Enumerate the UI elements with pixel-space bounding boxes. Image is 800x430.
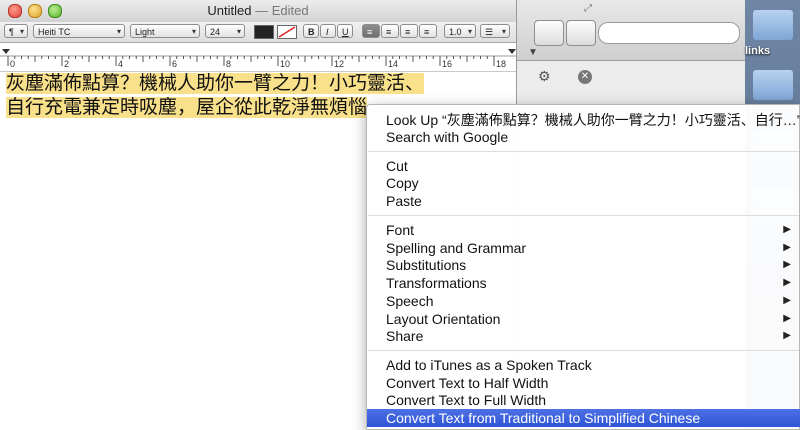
- left-indent-marker[interactable]: [2, 49, 10, 54]
- menu-item-transformations[interactable]: Transformations ▶: [367, 274, 800, 292]
- ruler-tick-group: [7, 56, 495, 66]
- font-style-value: Light: [135, 27, 155, 37]
- menu-item-font-label: Font: [386, 222, 415, 238]
- close-icon[interactable]: ✕: [578, 70, 592, 84]
- gear-icon[interactable]: ⚙: [538, 68, 551, 85]
- resize-icon: ⤢: [584, 3, 592, 14]
- ruler[interactable]: 0 2 4 6 8 10 12 14 16 18: [0, 43, 516, 72]
- submenu-arrow-icon: ▶: [783, 295, 791, 306]
- ruler-ticks: [0, 49, 516, 66]
- menu-separator: [368, 350, 799, 351]
- font-size-value: 24: [210, 27, 221, 37]
- ruler-number: 0: [10, 59, 16, 69]
- window-title: Untitled — Edited: [0, 3, 516, 18]
- folder-label: links: [745, 45, 771, 57]
- line-spacing-popup[interactable]: 1.0 ▾: [444, 24, 476, 38]
- menu-item-share[interactable]: Share ▶: [367, 327, 800, 345]
- ruler-number: 18: [496, 59, 507, 69]
- paragraph-icon: ¶: [9, 27, 14, 37]
- menu-item-speech[interactable]: Speech ▶: [367, 292, 800, 310]
- menu-item-spelling-label: Spelling and Grammar: [386, 240, 527, 256]
- format-bar: ¶ ▾ Heiti TC ▾ Light ▾ 24 ▾ B I U ≡ ≡ ≡ ≡ 1.…: [0, 22, 516, 43]
- menu-item-convert-chinese[interactable]: Convert Text from Traditional to Simplif…: [367, 409, 800, 427]
- submenu-arrow-icon: ▶: [783, 330, 791, 341]
- menu-item-layout-orientation[interactable]: Layout Orientation ▶: [367, 310, 800, 328]
- text-color-well[interactable]: [254, 25, 274, 39]
- titlebar: Untitled — Edited: [0, 0, 516, 23]
- window-title-edited: — Edited: [255, 3, 309, 18]
- menu-item-copy[interactable]: Copy: [367, 174, 800, 192]
- ruler-number: 16: [442, 59, 453, 69]
- align-left-icon: ≡: [367, 27, 373, 37]
- align-left-button[interactable]: ≡: [362, 24, 380, 38]
- ruler-number: 14: [388, 59, 399, 69]
- submenu-arrow-icon: ▶: [783, 313, 791, 324]
- submenu-arrow-icon: ▶: [783, 224, 791, 235]
- align-justify-icon: ≡: [424, 27, 430, 37]
- chevron-down-icon: ▾: [467, 27, 472, 36]
- align-right-icon: ≡: [405, 27, 411, 37]
- menu-item-spelling[interactable]: Spelling and Grammar ▶: [367, 239, 800, 257]
- font-style-popup[interactable]: Light ▾: [130, 24, 200, 38]
- window-title-name: Untitled: [207, 3, 252, 18]
- document-line-1: 灰塵滿佈點算？機械人助你一臂之力！小巧靈活、: [6, 73, 425, 94]
- bold-button[interactable]: B: [303, 24, 319, 38]
- chevron-down-icon: ▾: [501, 27, 506, 36]
- folder-icon[interactable]: [753, 70, 793, 100]
- chevron-down-icon: ▾: [116, 27, 121, 36]
- key-button[interactable]: [534, 20, 564, 46]
- chevron-down-icon: ▾: [19, 27, 24, 36]
- background-search-field[interactable]: [598, 22, 740, 44]
- right-margin-marker[interactable]: [508, 49, 516, 54]
- chevron-down-icon: ▼: [528, 47, 538, 58]
- font-family-value: Heiti TC: [38, 27, 71, 37]
- ruler-number: 2: [64, 59, 70, 69]
- submenu-arrow-icon: ▶: [783, 277, 791, 288]
- menu-item-share-label: Share: [386, 328, 424, 344]
- menu-separator: [368, 215, 799, 216]
- align-center-button[interactable]: ≡: [381, 24, 399, 38]
- ruler-number: 12: [334, 59, 345, 69]
- align-center-icon: ≡: [386, 27, 392, 37]
- background-toolbar: ⤢ ▼: [516, 0, 746, 61]
- menu-item-cut[interactable]: Cut: [367, 157, 800, 175]
- folder-icon[interactable]: [753, 10, 793, 40]
- menu-item-font[interactable]: Font ▶: [367, 221, 800, 239]
- menu-item-full-width[interactable]: Convert Text to Full Width: [367, 391, 800, 409]
- italic-button[interactable]: I: [320, 24, 336, 38]
- menu-separator: [368, 151, 799, 152]
- align-justify-button[interactable]: ≡: [419, 24, 437, 38]
- ruler-number: 8: [226, 59, 232, 69]
- download-button[interactable]: [566, 20, 596, 46]
- menu-item-itunes[interactable]: Add to iTunes as a Spoken Track: [367, 356, 800, 374]
- line-spacing-value: 1.0: [449, 27, 462, 37]
- context-menu: Look Up “灰塵滿佈點算？機械人助你一臂之力！小巧靈活、自行…” Sear…: [366, 104, 800, 430]
- menu-item-half-width[interactable]: Convert Text to Half Width: [367, 374, 800, 392]
- background-color-well[interactable]: [277, 25, 297, 39]
- no-color-icon: [278, 26, 296, 38]
- submenu-arrow-icon: ▶: [783, 259, 791, 270]
- menu-item-paste[interactable]: Paste: [367, 192, 800, 210]
- paragraph-style-popup[interactable]: ¶ ▾: [4, 24, 28, 38]
- submenu-arrow-icon: ▶: [783, 242, 791, 253]
- list-bullets-popup[interactable]: ☰ ▾: [480, 24, 510, 38]
- ruler-number: 4: [118, 59, 124, 69]
- ruler-number: 6: [172, 59, 178, 69]
- font-family-popup[interactable]: Heiti TC ▾: [33, 24, 125, 38]
- menu-item-layout-orientation-label: Layout Orientation: [386, 311, 501, 327]
- underline-button[interactable]: U: [337, 24, 353, 38]
- menu-item-search-google[interactable]: Search with Google: [367, 128, 800, 146]
- menu-item-substitutions-label: Substitutions: [386, 257, 467, 273]
- menu-item-look-up[interactable]: Look Up “灰塵滿佈點算？機械人助你一臂之力！小巧靈活、自行…”: [367, 111, 800, 129]
- menu-item-speech-label: Speech: [386, 293, 434, 309]
- menu-item-transformations-label: Transformations: [386, 275, 487, 291]
- align-right-button[interactable]: ≡: [400, 24, 418, 38]
- ruler-number: 10: [280, 59, 291, 69]
- font-size-combo[interactable]: 24 ▾: [205, 24, 245, 38]
- document-line-2: 自行充電兼定時吸塵，屋企從此乾淨無煩惱: [6, 97, 368, 118]
- chevron-down-icon: ▾: [191, 27, 196, 36]
- chevron-down-icon: ▾: [236, 27, 241, 36]
- list-icon: ☰: [485, 27, 494, 37]
- menu-item-substitutions[interactable]: Substitutions ▶: [367, 256, 800, 274]
